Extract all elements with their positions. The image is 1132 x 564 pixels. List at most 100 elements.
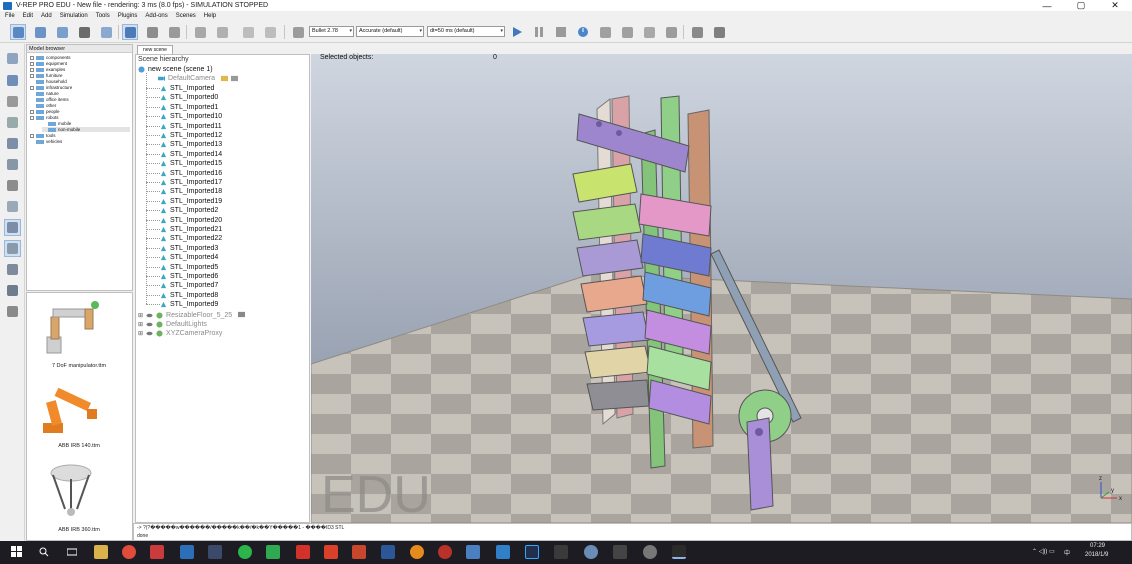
menu-file[interactable]: File [5, 13, 15, 19]
click-select-button[interactable] [122, 24, 138, 40]
taskbar-spotify[interactable] [238, 545, 252, 559]
expand-toggle-icon[interactable] [30, 133, 34, 138]
tree-item-stl-imported[interactable]: STL_Imported20 [160, 216, 222, 225]
taskbar-line[interactable] [266, 545, 280, 559]
scripts-button[interactable] [4, 135, 21, 152]
model-folder-item[interactable]: furniture [30, 73, 130, 78]
thumbnail-abb-360[interactable]: ABB IRB 360.ttm [29, 459, 129, 537]
search-button[interactable] [37, 545, 51, 559]
expand-toggle-icon[interactable] [30, 61, 34, 66]
tree-item-stl-imported[interactable]: STL_Imported12 [160, 131, 222, 140]
close-button[interactable]: ✕ [1098, 0, 1132, 11]
tree-item-stl-imported[interactable]: STL_Imported1 [160, 103, 218, 112]
tree-item-stl-imported[interactable]: STL_Imported5 [160, 263, 218, 272]
viewport-canvas[interactable]: EDU x y z [311, 54, 1132, 523]
simulation-settings-button[interactable] [4, 50, 21, 67]
thumbnail-abb-140[interactable]: ABB IRB 140.ttm [29, 375, 129, 453]
tree-item-stl-imported[interactable]: STL_Imported6 [160, 272, 218, 281]
tree-item-stl-imported[interactable]: STL_Imported21 [160, 225, 222, 234]
menu-addons[interactable]: Add-ons [145, 13, 167, 19]
collections-button[interactable] [4, 114, 21, 131]
taskbar-app-disk[interactable] [643, 545, 657, 559]
model-folder-item[interactable]: other [30, 103, 130, 108]
faster-button[interactable] [619, 24, 635, 40]
menu-scenes[interactable]: Scenes [176, 13, 196, 19]
expand-toggle-icon[interactable] [30, 109, 34, 114]
clock-date[interactable]: 2018/1/9 [1085, 552, 1108, 558]
expand-toggle-icon[interactable] [30, 73, 34, 78]
tree-item-stl-imported[interactable]: STL_Imported17 [160, 178, 222, 187]
tray-icons[interactable]: ⌃ ◁)) ▭ [1032, 548, 1055, 555]
model-folder-item[interactable]: vehicles [30, 139, 130, 144]
tree-item-default-camera[interactable]: DefaultCamera [158, 74, 241, 83]
taskbar-app-circle[interactable] [584, 545, 598, 559]
user-settings-button[interactable] [4, 303, 21, 320]
tree-item-stl-imported[interactable]: STL_Imported13 [160, 140, 222, 149]
stop-simulation-button[interactable] [553, 24, 569, 40]
start-simulation-button[interactable] [509, 24, 525, 40]
taskbar-powerpoint[interactable] [352, 545, 366, 559]
tree-item-stl-imported[interactable]: STL_Imported0 [160, 93, 218, 102]
shape-edit-button[interactable] [4, 156, 21, 173]
taskbar-office[interactable] [324, 545, 338, 559]
task-view-button[interactable] [65, 545, 79, 559]
thumbnail-7dof[interactable]: 7 DoF manipulator.ttm [29, 295, 129, 373]
taskbar-chrome[interactable] [122, 545, 136, 559]
object-shift-button[interactable] [144, 24, 160, 40]
clock-time[interactable]: 07:29 [1090, 543, 1105, 549]
tree-item-stl-imported[interactable]: STL_Imported11 [160, 122, 222, 131]
layers-button[interactable] [4, 261, 21, 278]
tree-item-stl-imported[interactable]: STL_Imported2 [160, 206, 218, 215]
scene-root[interactable]: new scene (scene 1) [138, 65, 213, 74]
undo-button[interactable] [240, 24, 256, 40]
taskbar-app-doc[interactable] [466, 545, 480, 559]
tree-item-object[interactable]: ⊞ XYZCameraProxy [138, 329, 222, 338]
minimize-button[interactable]: — [1030, 0, 1064, 11]
selection-button[interactable] [4, 198, 21, 215]
object-properties-button[interactable] [4, 72, 21, 89]
expand-toggle-icon[interactable] [30, 85, 34, 90]
tree-item-object[interactable]: ⊞ ResizableFloor_5_25 [138, 311, 248, 320]
model-folder-item[interactable]: household [30, 79, 130, 84]
fit-view-button[interactable] [98, 24, 114, 40]
toggle-visualization-button[interactable] [663, 24, 679, 40]
slower-button[interactable] [597, 24, 613, 40]
menu-simulation[interactable]: Simulation [60, 13, 88, 19]
ime-indicator[interactable]: 中 [1064, 548, 1070, 557]
expand-plus-icon[interactable]: ⊞ [138, 312, 143, 319]
camera-pan-button[interactable] [10, 24, 26, 40]
model-folder-item[interactable]: infrastructure [30, 85, 130, 90]
camera-angle-button[interactable] [76, 24, 92, 40]
tree-item-stl-imported[interactable]: STL_Imported14 [160, 150, 222, 159]
tree-item-stl-imported[interactable]: STL_Imported22 [160, 234, 222, 243]
path-edit-button[interactable] [4, 177, 21, 194]
page-selector-button[interactable] [711, 24, 727, 40]
camera-shift-button[interactable] [54, 24, 70, 40]
taskbar-file-explorer[interactable] [94, 545, 108, 559]
camera-rotate-button[interactable] [32, 24, 48, 40]
model-folder-item[interactable]: tools [30, 133, 130, 138]
model-folder-item[interactable]: robots [30, 115, 130, 120]
scene-selector-button[interactable] [689, 24, 705, 40]
model-folder-item[interactable]: components [30, 55, 130, 60]
taskbar-app-gray[interactable] [554, 545, 568, 559]
model-folder-item[interactable]: office items [30, 97, 130, 102]
taskbar-steam[interactable] [208, 545, 222, 559]
model-folder-item[interactable]: examples [30, 67, 130, 72]
calculation-modules-button[interactable] [4, 93, 21, 110]
pause-simulation-button[interactable] [531, 24, 547, 40]
tree-item-stl-imported[interactable]: STL_Imported9 [160, 300, 218, 309]
taskbar-app-orange[interactable] [410, 545, 424, 559]
tree-item-stl-imported[interactable]: STL_Imported10 [160, 112, 222, 121]
engine-settings-button[interactable] [290, 24, 306, 40]
taskbar-app-record[interactable] [438, 545, 452, 559]
taskbar-acrobat[interactable] [296, 545, 310, 559]
accuracy-select[interactable]: Accurate (default) ▾ [356, 26, 424, 37]
tree-item-stl-imported[interactable]: STL_Imported [160, 84, 214, 93]
physics-engine-select[interactable]: Bullet 2.78 ▾ [309, 26, 354, 37]
assemble-button[interactable] [192, 24, 208, 40]
scene-viewport[interactable]: EDU x y z [311, 54, 1132, 523]
object-rotate-button[interactable] [166, 24, 182, 40]
scene-hierarchy-toggle[interactable] [4, 240, 21, 257]
menu-help[interactable]: Help [204, 13, 216, 19]
